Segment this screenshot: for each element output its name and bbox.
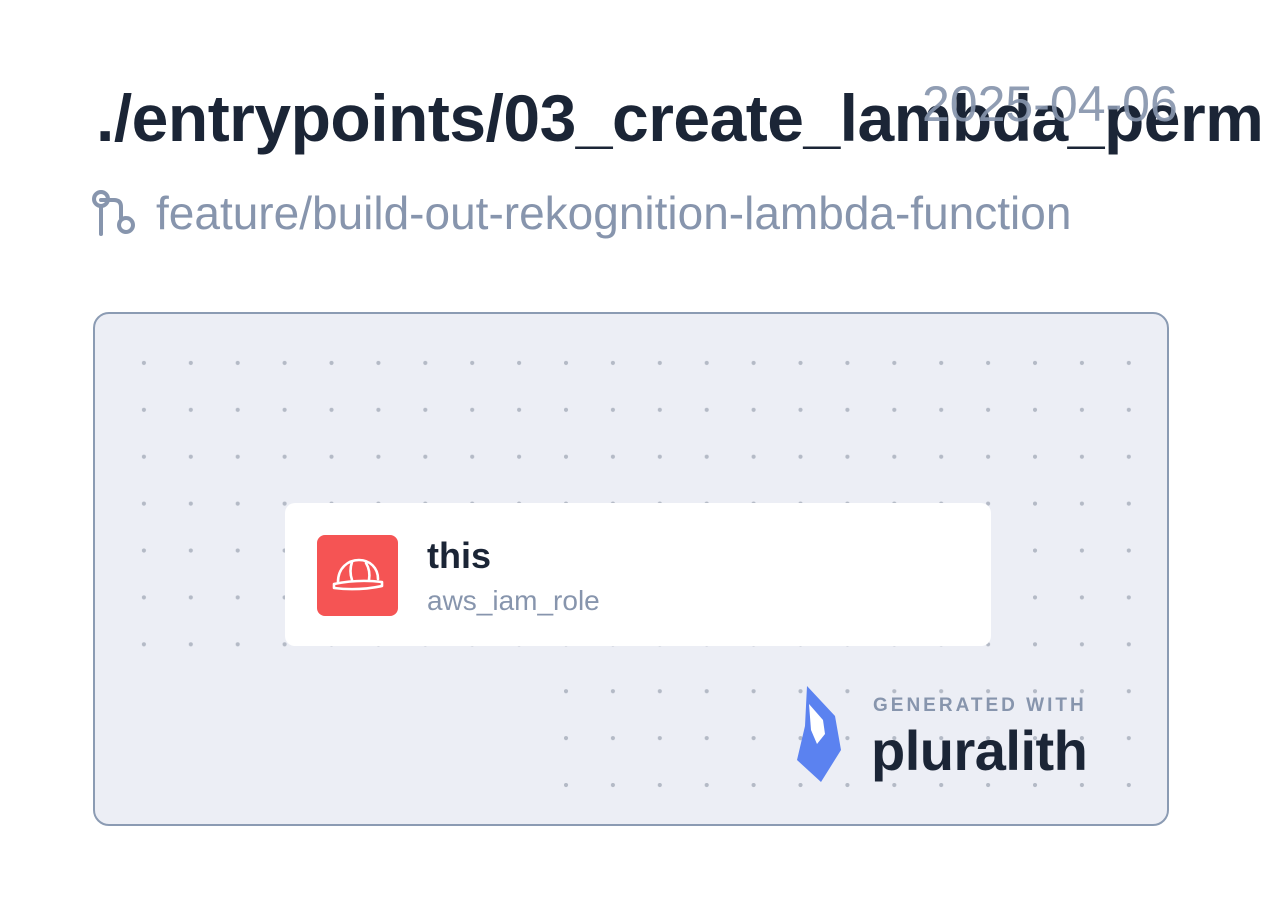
git-branch-icon [92, 190, 135, 236]
branch-name: feature/build-out-rekognition-lambda-fun… [156, 187, 1072, 239]
watermark-caption: GENERATED WITH [873, 695, 1087, 716]
pluralith-watermark: GENERATED WITH pluralith [795, 686, 1125, 786]
page: ./entrypoints/03_create_lambda_permissio… [0, 0, 1266, 922]
branch-row: feature/build-out-rekognition-lambda-fun… [90, 183, 1071, 243]
node-type: aws_iam_role [427, 585, 600, 616]
date-label: 2025-04-06 [922, 76, 1178, 132]
node-name: this [427, 535, 492, 576]
pluralith-logo-icon [797, 686, 841, 782]
diagram-canvas[interactable]: this aws_iam_role GENERATED WITH plurali… [93, 312, 1169, 826]
hard-hat-icon [317, 535, 398, 616]
watermark-brand: pluralith [871, 719, 1088, 782]
resource-node[interactable]: this aws_iam_role [285, 503, 991, 646]
